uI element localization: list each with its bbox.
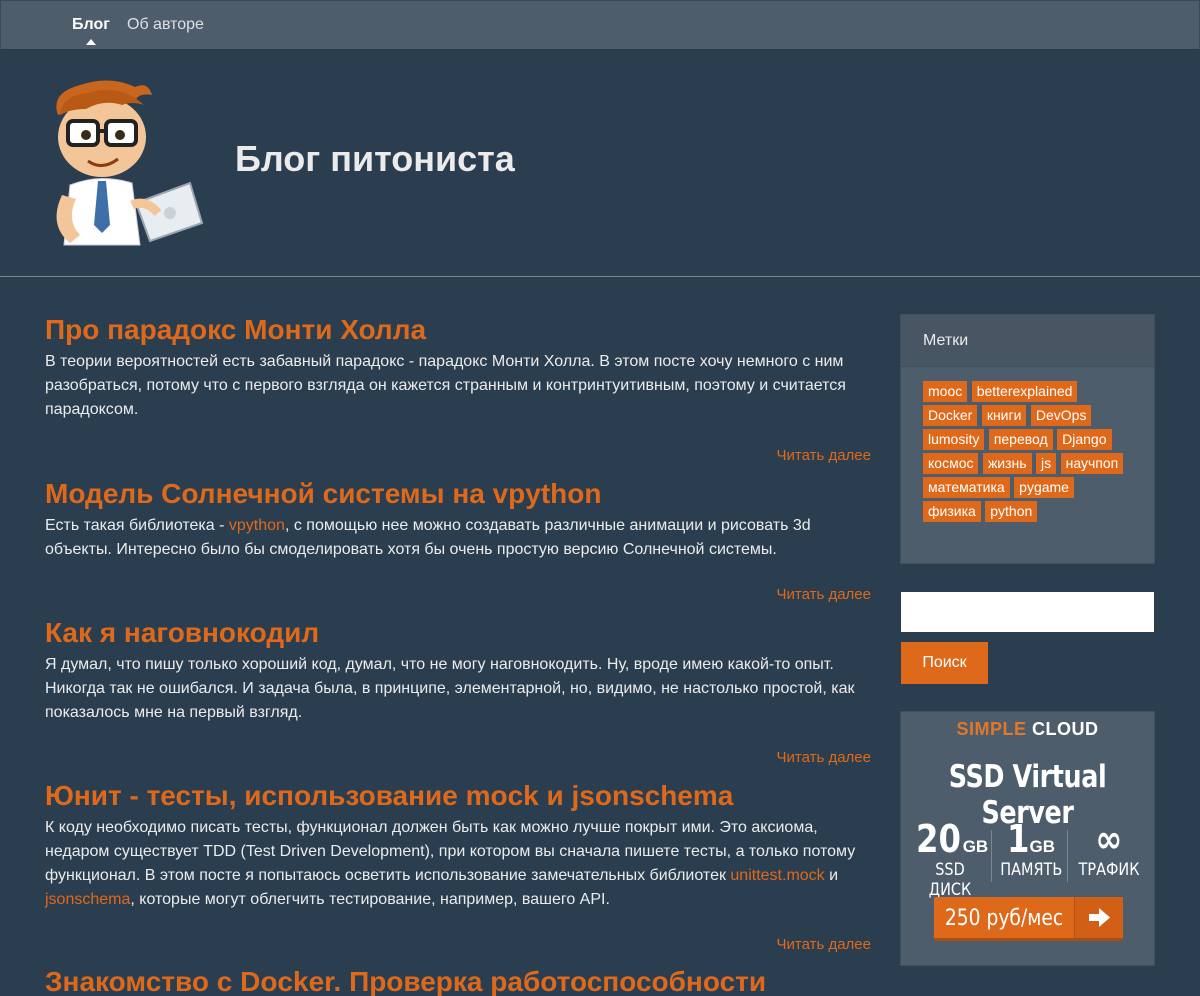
read-more-link[interactable]: Читать далее bbox=[777, 936, 871, 953]
post-item: Как я наговнокодил Я думал, что пишу тол… bbox=[45, 616, 871, 725]
infinity-icon: ∞ bbox=[1095, 817, 1123, 861]
post-title-link[interactable]: Модель Солнечной системы на vpython bbox=[45, 477, 871, 511]
tag-link[interactable]: перевод bbox=[988, 429, 1053, 450]
post-item: Юнит - тесты, использование mock и jsons… bbox=[45, 779, 871, 912]
site-header: Блог питониста bbox=[0, 50, 1200, 277]
tag-link[interactable]: физика bbox=[923, 501, 981, 522]
tags-heading: Метки bbox=[901, 315, 1154, 367]
post-title-link[interactable]: Про парадокс Монти Холла bbox=[45, 313, 871, 347]
post-item: Знакомство с Docker. Проверка работоспос… bbox=[45, 965, 871, 996]
simple-cloud-ad-banner[interactable]: SIMPLE CLOUD SSD Virtual Server 20 GB SSD… bbox=[900, 711, 1155, 966]
ad-separator bbox=[1067, 830, 1068, 882]
ad-brand-part2: CLOUD bbox=[1032, 719, 1099, 739]
ad-stat-label: SSD ДИСК bbox=[928, 860, 972, 900]
tag-link[interactable]: Django bbox=[1057, 429, 1112, 450]
arrow-right-icon bbox=[1075, 897, 1123, 938]
tag-link[interactable]: жизнь bbox=[982, 453, 1032, 474]
active-caret-icon bbox=[86, 39, 96, 45]
ad-stat-memory: 1GB ПАМЯТЬ bbox=[995, 820, 1065, 880]
ad-stat-label: ТРАФИК bbox=[1078, 860, 1140, 880]
tag-link[interactable]: научпоп bbox=[1060, 453, 1124, 474]
tag-link[interactable]: js bbox=[1036, 453, 1057, 474]
excerpt-text: , которые могут облегчить тестирование, … bbox=[130, 891, 610, 908]
ad-brand-part1: SIMPLE bbox=[956, 719, 1027, 739]
nav-about-link[interactable]: Об авторе bbox=[127, 16, 204, 34]
ad-stat-unit: GB bbox=[962, 837, 989, 856]
post-item: Модель Солнечной системы на vpython Есть… bbox=[45, 477, 871, 562]
ad-stat-value: 1 bbox=[1006, 817, 1030, 861]
post-title-link[interactable]: Как я наговнокодил bbox=[45, 616, 871, 650]
tag-link[interactable]: mooc bbox=[923, 381, 968, 402]
nav-blog-link[interactable]: Блог bbox=[72, 16, 110, 34]
post-excerpt: В теории вероятностей есть забавный пара… bbox=[45, 353, 846, 418]
tags-panel: Метки mooc betterexplained Docker книги … bbox=[900, 314, 1155, 564]
unittest-mock-link[interactable]: unittest.mock bbox=[730, 867, 824, 884]
ad-stat-value: 20 bbox=[915, 817, 961, 861]
tag-link[interactable]: DevOps bbox=[1030, 405, 1092, 426]
search-input[interactable] bbox=[901, 592, 1154, 632]
excerpt-text: и bbox=[824, 867, 839, 884]
ad-brand-logo: SIMPLE CLOUD bbox=[901, 719, 1154, 740]
tag-link[interactable]: betterexplained bbox=[971, 381, 1078, 402]
read-more-link[interactable]: Читать далее bbox=[777, 749, 871, 766]
excerpt-text: Есть такая библиотека - bbox=[45, 517, 229, 534]
post-excerpt: Я думал, что пишу только хороший код, ду… bbox=[45, 656, 855, 721]
site-title: Блог питониста bbox=[235, 138, 515, 179]
post-title-link[interactable]: Юнит - тесты, использование mock и jsons… bbox=[45, 779, 871, 813]
jsonschema-link[interactable]: jsonschema bbox=[45, 891, 130, 908]
post-item: Про парадокс Монти Холла В теории вероят… bbox=[45, 313, 871, 422]
ad-separator bbox=[991, 830, 992, 882]
tag-link[interactable]: pygame bbox=[1014, 477, 1074, 498]
ad-stat-disk: 20 GB SSD ДИСК bbox=[911, 820, 989, 900]
tag-link[interactable]: python bbox=[985, 501, 1038, 522]
ad-stat-unit: GB bbox=[1029, 837, 1055, 856]
ad-stat-traffic: ∞ ТРАФИК bbox=[1071, 820, 1147, 880]
search-button[interactable]: Поиск bbox=[901, 642, 988, 684]
post-excerpt: Есть такая библиотека - vpython, с помощ… bbox=[45, 514, 871, 562]
tag-link[interactable]: lumosity bbox=[923, 429, 985, 450]
post-title-link[interactable]: Знакомство с Docker. Проверка работоспос… bbox=[45, 965, 871, 996]
tag-cloud: mooc betterexplained Docker книги DevOps… bbox=[901, 367, 1154, 525]
tag-link[interactable]: космос bbox=[923, 453, 979, 474]
tag-link[interactable]: книги bbox=[981, 405, 1027, 426]
ad-stat-label: ПАМЯТЬ bbox=[1000, 860, 1063, 880]
post-excerpt: К коду необходимо писать тесты, функцион… bbox=[45, 816, 871, 912]
vpython-link[interactable]: vpython bbox=[229, 517, 285, 534]
read-more-link[interactable]: Читать далее bbox=[777, 447, 871, 464]
tag-link[interactable]: Docker bbox=[923, 405, 978, 426]
ad-price: 250 руб/мес bbox=[944, 906, 1064, 931]
tag-link[interactable]: математика bbox=[923, 477, 1010, 498]
ad-price-button[interactable]: 250 руб/мес bbox=[934, 897, 1123, 941]
top-navbar: Блог Об авторе bbox=[0, 0, 1200, 50]
read-more-link[interactable]: Читать далее bbox=[777, 586, 871, 603]
programmer-mascot-icon[interactable] bbox=[40, 75, 210, 250]
